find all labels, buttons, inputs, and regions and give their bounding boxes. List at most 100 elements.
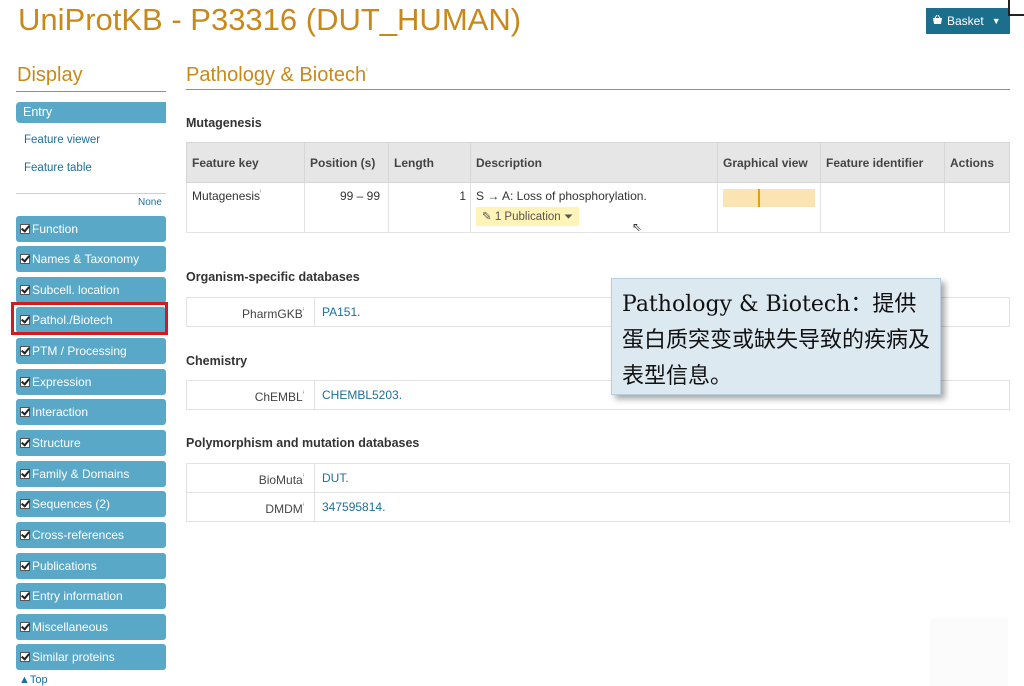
sidebar-item-interaction[interactable]: Interaction: [16, 399, 166, 425]
db-row-dmdm: DMDMⁱ 347595814.: [186, 492, 1010, 522]
sidebar-item-expression[interactable]: Expression: [16, 369, 166, 395]
sidebar-item-label: Entry information: [32, 589, 123, 603]
feature-viewer-link[interactable]: Feature viewer: [24, 134, 100, 146]
db-key: DMDMⁱ: [187, 493, 315, 521]
checkbox-icon[interactable]: [20, 622, 30, 632]
section-title: Pathology & Biotechⁱ: [186, 64, 368, 87]
sidebar-item-label: Sequences (2): [32, 497, 111, 511]
info-icon[interactable]: ⁱ: [260, 190, 261, 197]
sidebar-item-similar-proteins[interactable]: Similar proteins: [16, 644, 166, 670]
sidebar-item-label: Similar proteins: [32, 650, 115, 664]
checkbox-icon[interactable]: [20, 530, 30, 540]
page-title: UniProtKB - P33316 (DUT_HUMAN): [18, 2, 522, 37]
sidebar-item-structure[interactable]: Structure: [16, 430, 166, 456]
sidebar-item-ptm-processing[interactable]: PTM / Processing: [16, 338, 166, 364]
sidebar-item-cross-references[interactable]: Cross-references: [16, 522, 166, 548]
pin-icon: ✎: [482, 211, 492, 223]
select-none-link[interactable]: None: [138, 197, 162, 208]
column-header: Feature identifier: [820, 142, 945, 183]
sidebar-item-label: Expression: [32, 375, 92, 389]
graphical-view-bar[interactable]: [723, 189, 815, 207]
checkbox-icon[interactable]: [20, 469, 30, 479]
polymorphism-heading: Polymorphism and mutation databases: [186, 436, 420, 450]
db-key: BioMutaⁱ: [187, 464, 315, 492]
checkbox-icon[interactable]: [20, 591, 30, 601]
info-icon[interactable]: ⁱ: [303, 503, 304, 510]
feature-identifier-cell: [820, 182, 945, 233]
section-rule: [186, 89, 1010, 90]
db-value-link[interactable]: CHEMBL5203.: [322, 381, 402, 409]
db-value-link[interactable]: PA151.: [322, 298, 360, 326]
sidebar-item-entry-information[interactable]: Entry information: [16, 583, 166, 609]
organism-db-heading: Organism-specific databases: [186, 270, 360, 284]
sidebar-item-label: Subcell. location: [32, 283, 120, 297]
sidebar-item-label: Function: [32, 222, 79, 236]
info-icon[interactable]: ⁱ: [303, 308, 304, 315]
chevron-down-icon: ▼: [991, 16, 1001, 26]
sidebar-item-family-domains[interactable]: Family & Domains: [16, 461, 166, 487]
sidebar-item-sequences[interactable]: Sequences (2): [16, 491, 166, 517]
checkbox-icon[interactable]: [20, 224, 30, 234]
annotation-callout: Pathology & Biotech：提供蛋白质突变或缺失导致的疾病及表型信息…: [611, 278, 941, 395]
db-key: ChEMBLⁱ: [187, 381, 315, 409]
checkbox-icon[interactable]: [20, 561, 30, 571]
window-corner: [1008, 0, 1024, 16]
checkbox-icon[interactable]: [20, 438, 30, 448]
checkbox-icon[interactable]: [20, 499, 30, 509]
sidebar-item-label: Family & Domains: [32, 467, 130, 481]
basket-icon: [932, 14, 943, 28]
basket-label: Basket: [947, 14, 984, 28]
column-header: Feature key: [186, 142, 305, 183]
db-value-link[interactable]: DUT.: [322, 464, 349, 492]
top-link-label: Top: [29, 674, 48, 686]
db-row-biomuta: BioMutaⁱ DUT.: [186, 463, 1010, 493]
chemistry-heading: Chemistry: [186, 354, 248, 368]
description-cell: S → A: Loss of phosphorylation. ✎ 1 Publ…: [470, 182, 718, 233]
sidebar-item-label: Names & Taxonomy: [32, 252, 140, 266]
checkbox-icon[interactable]: [20, 652, 30, 662]
checkbox-icon[interactable]: [20, 407, 30, 417]
sidebar-item-label: Structure: [32, 436, 81, 450]
table-row: Mutagenesisⁱ 99 – 99 1 S → A: Loss of ph…: [186, 182, 1010, 233]
graphical-view-cell: [717, 182, 821, 233]
sidebar-item-label: Cross-references: [32, 528, 125, 542]
db-value-link[interactable]: 347595814.: [322, 493, 385, 521]
info-icon[interactable]: ⁱ: [366, 65, 368, 75]
column-header: Length: [388, 142, 471, 183]
sidebar-divider: [16, 193, 166, 194]
position-link[interactable]: 99 – 99: [304, 182, 389, 233]
column-header: Actions: [944, 142, 1010, 183]
length-cell: 1: [388, 182, 471, 233]
sidebar-item-label: PTM / Processing: [32, 344, 127, 358]
info-icon[interactable]: ⁱ: [303, 474, 304, 481]
sidebar-entry-button[interactable]: Entry: [16, 102, 166, 123]
mutagenesis-heading: Mutagenesis: [186, 116, 262, 130]
column-header: Graphical view: [717, 142, 821, 183]
section-title-text: Pathology & Biotech: [186, 64, 367, 86]
feature-key: Mutagenesis: [192, 189, 261, 203]
sidebar-item-label: Interaction: [32, 405, 89, 419]
chevron-down-icon: ⏷: [563, 211, 574, 223]
checkbox-icon[interactable]: [20, 377, 30, 387]
description-text: S → A: Loss of phosphorylation.: [476, 189, 647, 203]
db-key: PharmGKBⁱ: [187, 298, 315, 326]
column-header: Description: [470, 142, 718, 183]
sidebar-item-subcell-location[interactable]: Subcell. location: [16, 277, 166, 303]
sidebar-item-publications[interactable]: Publications: [16, 553, 166, 579]
feature-table-link[interactable]: Feature table: [24, 162, 92, 174]
back-to-top-link[interactable]: ▲Top: [19, 674, 48, 686]
actions-cell: [944, 182, 1010, 233]
sidebar-item-function[interactable]: Function: [16, 216, 166, 242]
sidebar-heading: Display: [17, 64, 83, 86]
publication-badge[interactable]: ✎ 1 Publication ⏷: [476, 207, 580, 226]
info-icon[interactable]: ⁱ: [303, 391, 304, 398]
checkbox-icon[interactable]: [20, 254, 30, 264]
sidebar-item-label: Publications: [32, 559, 97, 573]
sidebar-item-miscellaneous[interactable]: Miscellaneous: [16, 614, 166, 640]
sidebar-item-names-taxonomy[interactable]: Names & Taxonomy: [16, 246, 166, 272]
checkbox-icon[interactable]: [20, 285, 30, 295]
mutagenesis-table: Feature key Position (s) Length Descript…: [186, 142, 1010, 233]
checkbox-icon[interactable]: [20, 346, 30, 356]
basket-button[interactable]: Basket ▼: [926, 8, 1010, 34]
column-header: Position (s): [304, 142, 389, 183]
